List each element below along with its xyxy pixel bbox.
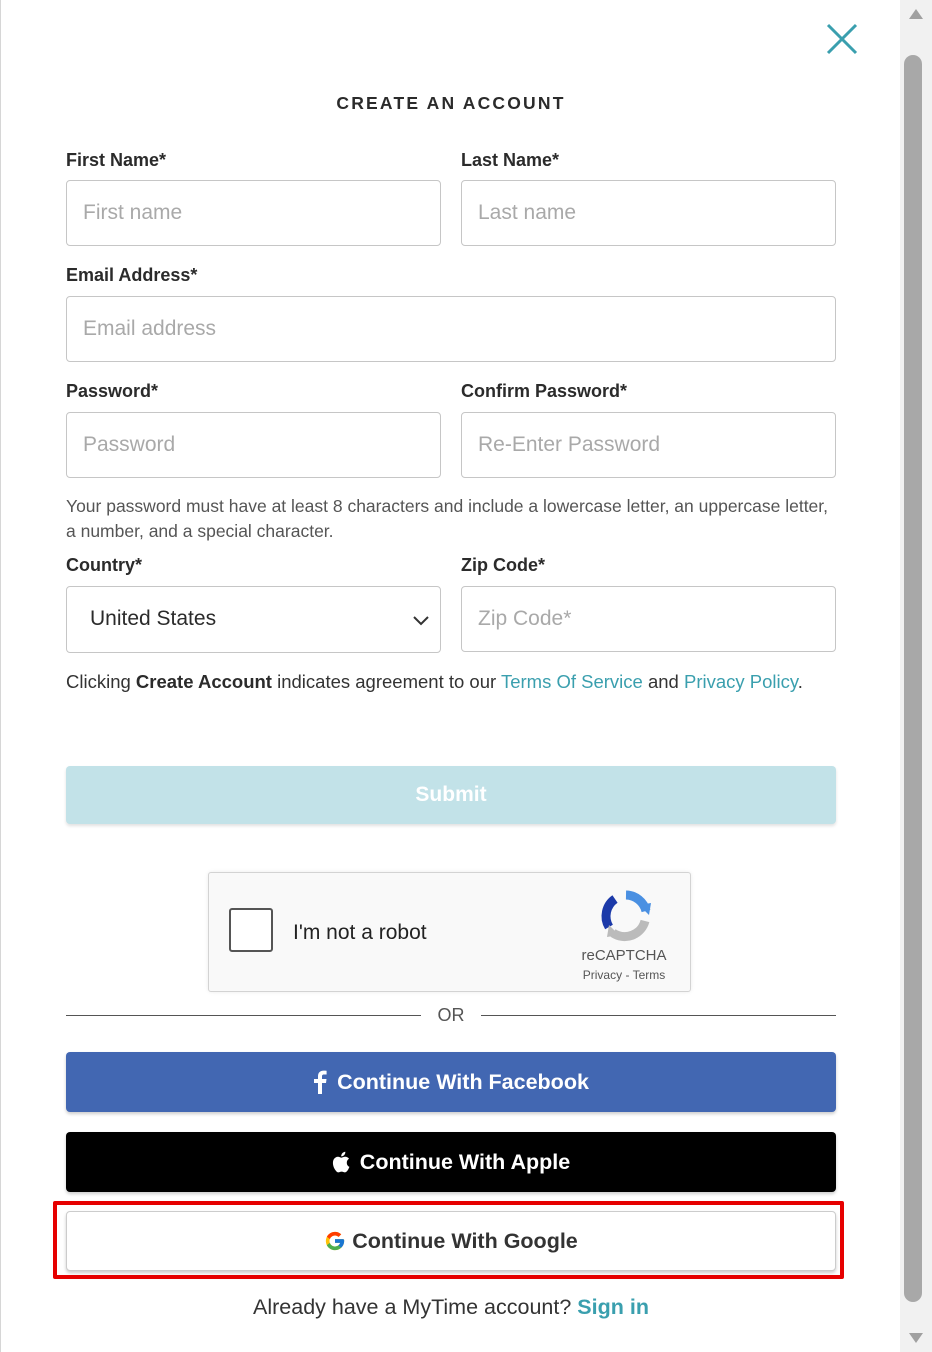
- recaptcha-links: Privacy - Terms: [549, 968, 699, 982]
- terms-suffix: .: [797, 671, 803, 692]
- close-button[interactable]: [823, 20, 861, 58]
- recaptcha-label: I'm not a robot: [293, 921, 427, 944]
- divider-line-left: [66, 1015, 421, 1016]
- apple-button-label: Continue With Apple: [359, 1149, 571, 1174]
- signin-prompt-text: Already have a MyTime account?: [253, 1295, 572, 1319]
- last-name-label: Last Name*: [461, 150, 560, 170]
- facebook-button-label: Continue With Facebook: [337, 1069, 589, 1094]
- recaptcha-privacy-link[interactable]: Privacy: [583, 968, 622, 982]
- scroll-up-arrow-icon[interactable]: [906, 6, 926, 22]
- signup-modal: CREATE AN ACCOUNT First Name* Last Name*…: [0, 0, 900, 1352]
- terms-middle: indicates agreement to our: [271, 671, 501, 692]
- continue-with-facebook-button[interactable]: Continue With Facebook: [66, 1052, 836, 1112]
- submit-button[interactable]: Submit: [66, 766, 836, 824]
- scroll-down-arrow-icon[interactable]: [906, 1330, 926, 1346]
- apple-icon: [332, 1151, 350, 1173]
- email-field[interactable]: [66, 296, 836, 362]
- recaptcha-widget: I'm not a robot reCAPTCHA Privacy - Term…: [208, 872, 691, 992]
- google-button-label: Continue With Google: [352, 1228, 578, 1253]
- terms-prefix: Clicking: [66, 671, 136, 692]
- chevron-down-icon: [413, 616, 429, 626]
- country-label: Country*: [66, 555, 142, 575]
- confirm-password-field[interactable]: [461, 412, 836, 478]
- last-name-input[interactable]: [461, 180, 836, 246]
- terms-of-service-link[interactable]: Terms Of Service: [501, 671, 643, 692]
- zip-code-field[interactable]: [461, 586, 836, 652]
- divider-line-right: [481, 1015, 836, 1016]
- recaptcha-icon: [601, 890, 651, 942]
- continue-with-google-button[interactable]: Continue With Google: [66, 1211, 836, 1271]
- recaptcha-checkbox[interactable]: [229, 908, 273, 952]
- terms-notice: Clicking Create Account indicates agreem…: [66, 669, 836, 694]
- or-divider: OR: [66, 1004, 836, 1026]
- recaptcha-separator: -: [622, 968, 633, 982]
- confirm-password-label: Confirm Password*: [461, 381, 628, 401]
- password-hint: Your password must have at least 8 chara…: [66, 496, 829, 541]
- facebook-icon: [314, 1070, 327, 1094]
- password-label: Password*: [66, 381, 159, 401]
- country-select[interactable]: United States: [66, 586, 441, 653]
- page-title: CREATE AN ACCOUNT: [336, 93, 566, 113]
- first-name-input[interactable]: [66, 180, 441, 246]
- terms-bold: Create Account: [135, 671, 272, 692]
- country-selected-value: United States: [90, 607, 217, 630]
- sign-in-link[interactable]: Sign in: [577, 1295, 649, 1319]
- scrollbar[interactable]: [900, 0, 932, 1352]
- google-icon: [326, 1231, 345, 1251]
- first-name-label: First Name*: [66, 150, 167, 170]
- scrollbar-thumb[interactable]: [904, 55, 922, 1302]
- divider-text: OR: [437, 1005, 465, 1025]
- continue-with-apple-button[interactable]: Continue With Apple: [66, 1132, 836, 1192]
- recaptcha-terms-link[interactable]: Terms: [633, 968, 666, 982]
- zip-label: Zip Code*: [461, 555, 545, 575]
- terms-and: and: [642, 671, 684, 692]
- privacy-policy-link[interactable]: Privacy Policy: [684, 671, 798, 692]
- signin-prompt: Already have a MyTime account? Sign in: [1, 1295, 901, 1320]
- email-label: Email Address*: [66, 265, 198, 285]
- recaptcha-brand: reCAPTCHA: [581, 947, 667, 964]
- close-icon: [826, 23, 858, 55]
- password-field[interactable]: [66, 412, 441, 478]
